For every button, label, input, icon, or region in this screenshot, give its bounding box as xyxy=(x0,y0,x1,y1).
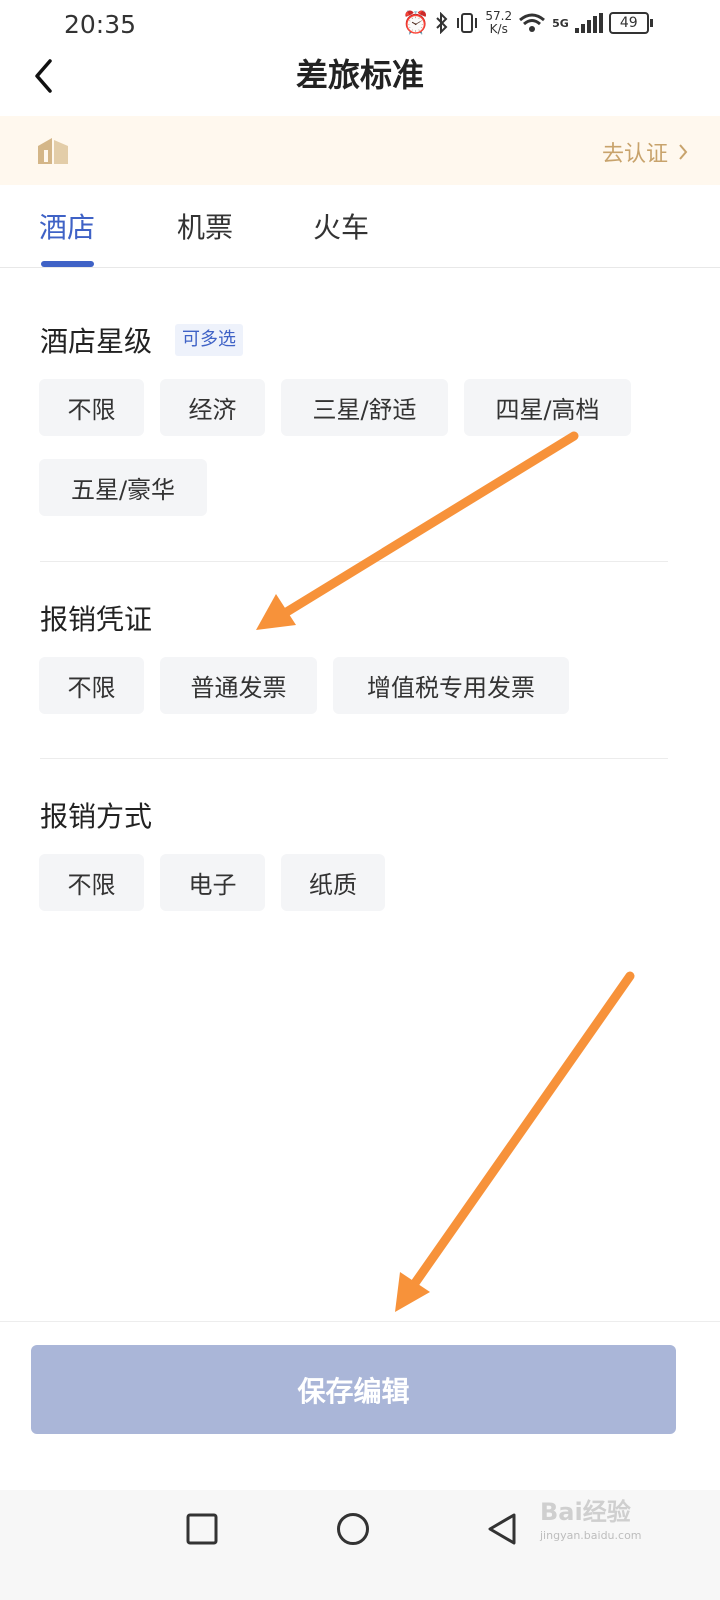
voucher-option-vat-invoice[interactable]: 增值税专用发票 xyxy=(333,657,569,714)
status-icons: ⏰ 57.2 K/s 5G 49 xyxy=(402,8,653,38)
voucher-title: 报销凭证 xyxy=(40,603,153,636)
arrow-annotation xyxy=(256,431,579,630)
save-button[interactable]: 保存编辑 xyxy=(31,1345,676,1434)
star-option-economy[interactable]: 经济 xyxy=(160,379,265,436)
star-option-unlimited[interactable]: 不限 xyxy=(39,379,144,436)
bluetooth-icon xyxy=(436,12,448,34)
tabs-divider xyxy=(0,267,720,268)
method-option-paper[interactable]: 纸质 xyxy=(281,854,385,911)
arrow-annotation xyxy=(395,971,635,1312)
page-title: 差旅标准 xyxy=(295,56,424,94)
signal-icon xyxy=(574,13,603,33)
watermark: Bai经验 jingyan.baidu.com xyxy=(540,1498,642,1542)
status-time: 20:35 xyxy=(64,10,137,39)
star-option-three-star[interactable]: 三星/舒适 xyxy=(281,379,448,436)
tab-train[interactable]: 火车 xyxy=(313,206,369,246)
method-option-electronic[interactable]: 电子 xyxy=(160,854,265,911)
back-triangle-icon[interactable] xyxy=(486,1512,518,1546)
verify-link[interactable]: 去认证 xyxy=(602,136,688,168)
vibrate-icon xyxy=(457,13,478,33)
building-icon xyxy=(38,138,68,164)
method-title: 报销方式 xyxy=(40,800,153,833)
section-divider xyxy=(40,758,668,759)
home-icon[interactable] xyxy=(336,1512,370,1546)
bottom-divider xyxy=(0,1321,720,1322)
star-option-four-star[interactable]: 四星/高档 xyxy=(464,379,631,436)
network-speed: 57.2 K/s xyxy=(485,9,513,36)
voucher-option-regular-invoice[interactable]: 普通发票 xyxy=(160,657,317,714)
tab-hotel[interactable]: 酒店 xyxy=(39,206,95,246)
method-option-unlimited[interactable]: 不限 xyxy=(39,854,144,911)
network-type: 5G xyxy=(552,16,569,30)
alarm-icon: ⏰ xyxy=(402,10,430,36)
battery-icon: 49 xyxy=(608,12,653,34)
wifi-icon xyxy=(519,13,546,32)
certification-banner[interactable]: 去认证 xyxy=(0,116,720,185)
section-divider xyxy=(40,561,668,562)
multi-select-badge: 可多选 xyxy=(175,324,243,356)
voucher-option-unlimited[interactable]: 不限 xyxy=(39,657,144,714)
star-option-five-star[interactable]: 五星/豪华 xyxy=(39,459,207,516)
chevron-right-icon xyxy=(679,144,688,160)
tab-flight[interactable]: 机票 xyxy=(177,206,233,246)
recents-icon[interactable] xyxy=(186,1513,218,1545)
hotel-star-title: 酒店星级 xyxy=(40,325,153,358)
